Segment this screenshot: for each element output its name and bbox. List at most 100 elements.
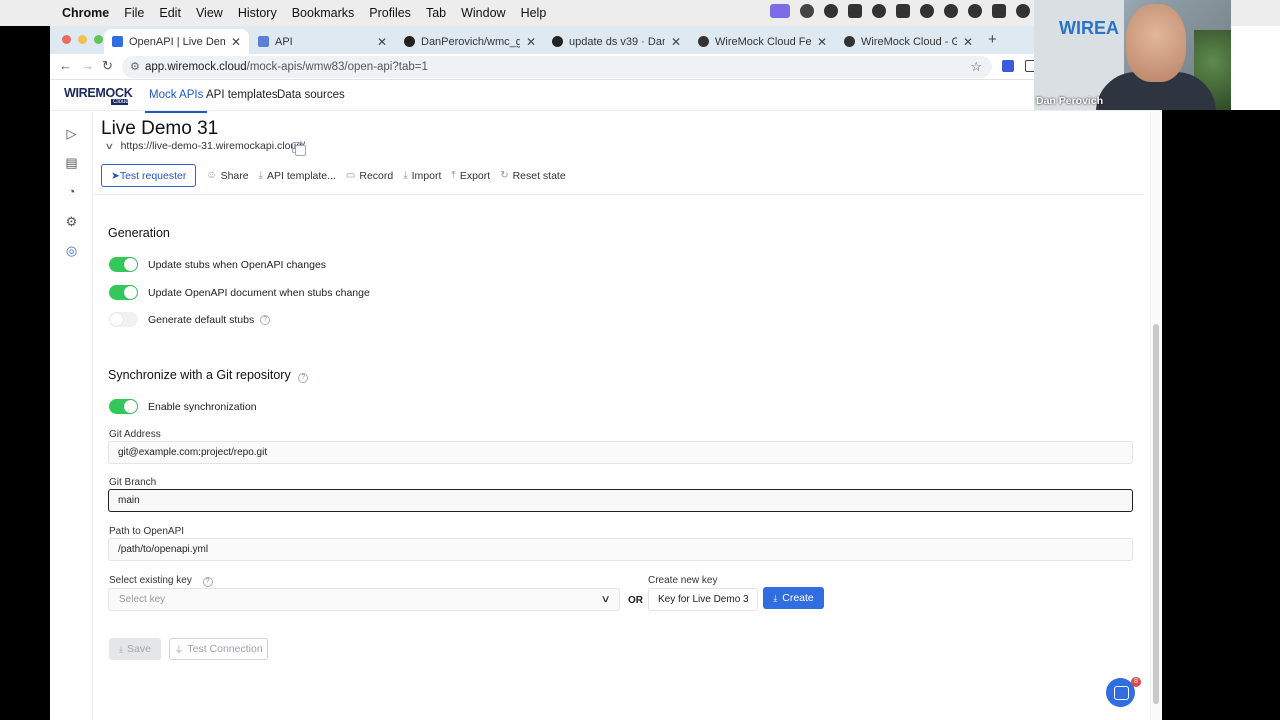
history-icon[interactable]: ◔ <box>64 184 79 199</box>
chevron-down-icon[interactable]: ∨ <box>104 141 114 152</box>
tab-github-update[interactable]: update ds v39 · DanPerovich ✕ <box>544 29 689 54</box>
close-tab-icon[interactable]: ✕ <box>231 35 241 49</box>
import-button[interactable]: ⤓ Import <box>403 170 441 182</box>
fork-icon[interactable] <box>920 4 934 18</box>
browser-toolbar: ← → ↻ ⚙ app.wiremock.cloud/mock-apis/wmw… <box>50 54 1160 80</box>
moon-icon[interactable] <box>968 4 982 18</box>
wifi-icon[interactable] <box>1016 4 1030 18</box>
close-tab-icon[interactable]: ✕ <box>963 35 973 49</box>
record-button[interactable]: ▭ Record <box>346 170 393 182</box>
bookmark-star-icon[interactable]: ☆ <box>970 59 982 75</box>
gear-status-icon[interactable] <box>872 4 886 18</box>
import-label: Import <box>411 169 442 182</box>
menu-tab[interactable]: Tab <box>426 6 446 20</box>
close-window-icon[interactable] <box>62 35 71 44</box>
api-templates-label: API template... <box>267 169 336 182</box>
battery-icon[interactable] <box>992 4 1006 18</box>
menu-history[interactable]: History <box>238 6 277 20</box>
back-arrow-icon[interactable]: ← <box>59 58 72 73</box>
zoom-window-icon[interactable] <box>94 35 103 44</box>
grid-icon[interactable] <box>896 4 910 18</box>
menu-app[interactable]: Chrome <box>62 6 109 20</box>
forward-arrow-icon[interactable]: → <box>81 58 94 73</box>
update-openapi-toggle[interactable] <box>109 285 138 300</box>
toggle-row-default-stubs: Generate default stubs ? <box>109 312 271 327</box>
toggle-label: Enable synchronization <box>148 400 257 413</box>
download-icon: ⤓ <box>773 592 778 603</box>
tab-feature-preview[interactable]: WireMock Cloud Feature PRE ✕ <box>690 29 835 54</box>
save-label: Save <box>127 643 151 655</box>
globe-favicon-icon <box>844 36 855 47</box>
site-info-icon[interactable]: ⚙ <box>130 60 140 73</box>
record-label: Record <box>359 169 394 182</box>
menu-view[interactable]: View <box>196 6 223 20</box>
ghost-icon[interactable] <box>800 4 814 18</box>
test-requester-button[interactable]: ➤ Test requester <box>101 164 197 187</box>
git-branch-input[interactable] <box>108 489 1133 512</box>
document-icon[interactable]: ▤ <box>64 155 79 170</box>
help-icon[interactable]: ? <box>298 373 309 383</box>
openapi-target-icon[interactable]: ◎ <box>64 243 79 258</box>
nav-data-sources[interactable]: Data sources <box>277 89 345 101</box>
openapi-path-input[interactable] <box>108 538 1133 561</box>
git-branch-label: Git Branch <box>109 477 157 488</box>
sliders-icon[interactable] <box>848 4 862 18</box>
reset-state-button[interactable]: ↻ Reset state <box>500 170 566 182</box>
play-stubs-icon[interactable]: ▷ <box>64 126 79 141</box>
toggle-label: Update stubs when OpenAPI changes <box>148 258 327 271</box>
extension-icon[interactable] <box>1002 60 1014 72</box>
tab-label: OpenAPI | Live Demo 31 | Wi <box>129 35 225 48</box>
screen-share-icon[interactable] <box>770 4 790 18</box>
close-tab-icon[interactable]: ✕ <box>526 35 536 49</box>
nav-api-templates[interactable]: API templates <box>206 89 278 101</box>
test-connection-button[interactable]: ⏚ Test Connection <box>169 638 268 660</box>
tab-github-repo[interactable]: DanPerovich/wmc_git ✕ <box>396 29 544 54</box>
help-icon[interactable]: ? <box>202 577 213 587</box>
close-tab-icon[interactable]: ✕ <box>817 35 827 49</box>
api-templates-button[interactable]: ⤓ API template... <box>259 170 336 182</box>
page-scrollbar[interactable] <box>1150 112 1160 720</box>
tab-label: WireMock Cloud Feature PRE <box>715 35 811 48</box>
existing-key-label: Select existing key ? <box>109 575 213 587</box>
menu-file[interactable]: File <box>124 6 144 20</box>
menu-bookmarks[interactable]: Bookmarks <box>292 6 355 20</box>
help-icon[interactable]: ? <box>260 314 271 325</box>
nav-mock-apis[interactable]: Mock APIs <box>144 89 208 113</box>
wiremock-logo[interactable]: WIREMOCK Cloud <box>64 86 133 105</box>
close-tab-icon[interactable]: ✕ <box>671 35 681 49</box>
tab-gpt-devel[interactable]: WireMock Cloud - GPT Devel ✕ <box>836 29 981 54</box>
save-button[interactable]: ⤓ Save <box>109 638 161 660</box>
existing-key-select[interactable]: Select key ∨ <box>108 588 620 611</box>
create-key-button[interactable]: ⤓ Create <box>763 587 824 609</box>
generate-default-stubs-toggle[interactable] <box>109 312 138 327</box>
scrollbar-thumb[interactable] <box>1153 324 1159 704</box>
existing-key-label-text: Select existing key <box>109 575 192 586</box>
update-stubs-toggle[interactable] <box>109 257 138 272</box>
menu-help[interactable]: Help <box>521 6 547 20</box>
tab-openapi[interactable]: OpenAPI | Live Demo 31 | Wi ✕ <box>104 29 249 54</box>
webcam-person-head <box>1126 4 1186 82</box>
git-address-input[interactable] <box>108 441 1133 464</box>
copy-icon[interactable] <box>292 142 306 156</box>
left-rail: ▷ ▤ ◔ ⚙ ◎ <box>50 112 93 720</box>
export-button[interactable]: ⤒ Export <box>451 170 490 182</box>
reload-icon[interactable]: ↻ <box>102 58 113 74</box>
hat-icon[interactable] <box>824 4 838 18</box>
menu-window[interactable]: Window <box>461 6 505 20</box>
globe-favicon-icon <box>698 36 709 47</box>
address-bar[interactable]: ⚙ app.wiremock.cloud/mock-apis/wmw83/ope… <box>122 56 992 78</box>
close-tab-icon[interactable]: ✕ <box>377 35 387 49</box>
enable-sync-toggle[interactable] <box>109 399 138 414</box>
menu-profiles[interactable]: Profiles <box>369 6 411 20</box>
menu-edit[interactable]: Edit <box>159 6 181 20</box>
minimize-window-icon[interactable] <box>78 35 87 44</box>
browser-tab-strip: OpenAPI | Live Demo 31 | Wi ✕ API ✕ DanP… <box>50 26 1160 54</box>
mock-url-text: https://live-demo-31.wiremockapi.cloud/ <box>120 140 306 152</box>
settings-gear-icon[interactable]: ⚙ <box>64 214 79 229</box>
share-button[interactable]: ☺ Share <box>206 170 248 182</box>
new-key-name-input[interactable] <box>648 588 758 611</box>
tab-api[interactable]: API ✕ <box>250 29 395 54</box>
tab-label: DanPerovich/wmc_git <box>421 35 520 48</box>
new-tab-icon[interactable]: + <box>988 31 997 48</box>
play-icon[interactable] <box>944 4 958 18</box>
